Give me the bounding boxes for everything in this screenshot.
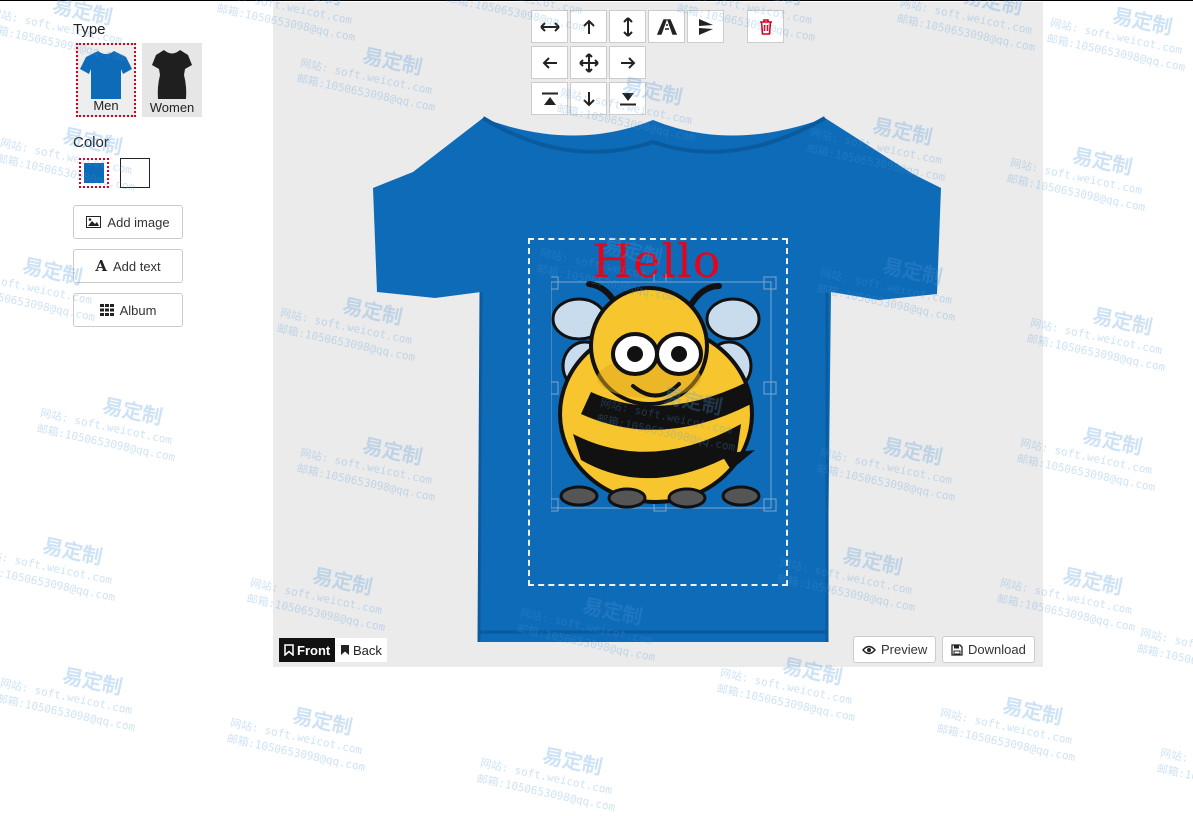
back-side-button[interactable]: Back [335,638,387,662]
watermark-brand: 易定制 [1080,423,1145,460]
align-bottom-icon[interactable] [609,82,646,115]
color-label: Color [73,134,109,151]
design-stage: Hello Front Back Preview Download [273,2,1043,667]
arrow-down-icon[interactable] [570,82,607,115]
download-label: Download [968,642,1026,657]
add-image-label: Add image [107,214,170,230]
album-button[interactable]: Album [73,293,183,327]
men-tshirt-icon [80,51,132,99]
watermark-email: 邮箱:1050653098@qq.com [1025,331,1167,375]
flip-vertical-icon[interactable] [687,10,724,43]
watermark-site: 网站: soft.weicot.com [0,136,134,178]
add-image-button[interactable]: Add image [73,205,183,239]
type-option-men[interactable]: Men [76,43,136,117]
color-swatch-white[interactable] [120,158,150,188]
watermark-item: 易定制网站: soft.weicot.com邮箱:1050653098@qq.c… [0,517,126,606]
watermark-brand: 易定制 [1110,3,1175,40]
watermark-brand: 易定制 [1090,303,1155,340]
watermark-brand: 易定制 [1000,693,1065,730]
move-center-icon[interactable] [570,46,607,79]
watermark-site: 网站: soft.weicot.com [1138,626,1193,668]
watermark-email: 邮箱:1050653098@qq.com [475,771,617,815]
watermark-email: 邮箱:1050653098@qq.com [715,681,857,725]
watermark-email: 邮箱:1050653098@qq.com [935,721,1077,765]
grid-icon [99,304,114,316]
type-women-label: Women [149,100,195,115]
back-label: Back [353,642,382,658]
watermark-brand: 易定制 [1070,143,1135,180]
save-icon [951,643,963,656]
watermark-email: 邮箱:1050653098@qq.com [225,731,367,775]
stretch-horizontal-icon[interactable] [531,10,568,43]
watermark-item: 易定制网站: soft.weicot.com邮箱:1050653098@qq.c… [475,727,626,816]
type-option-women[interactable]: Women [142,43,202,117]
watermark-item: 易定制网站: soft.weicot.com邮箱:1050653098@qq.c… [935,677,1086,766]
watermark-site: 网站: soft.weicot.com [38,406,174,448]
image-icon [86,216,102,228]
watermark-item: 易定制网站: soft.weicot.com邮箱:1050653098@qq.c… [35,377,186,466]
arrow-up-icon[interactable] [570,10,607,43]
watermark-site: 网站: soft.weicot.com [228,716,364,758]
watermark-brand: 易定制 [40,533,105,570]
watermark-email: 邮箱:1050653098@qq.com [35,421,177,465]
download-button[interactable]: Download [942,636,1035,663]
bookmark-icon [341,645,349,655]
watermark-email: 邮箱:1050653098@qq.com [0,691,137,735]
watermark-site: 网站: soft.weicot.com [1028,316,1164,358]
preview-button[interactable]: Preview [853,636,937,663]
trash-icon [759,18,772,35]
album-label: Album [119,302,157,318]
preview-label: Preview [881,642,928,657]
women-tshirt-icon [152,50,192,99]
watermark-email: 邮箱:1050653098@qq.com [0,561,117,605]
watermark-email: 邮箱:1050653098@qq.com [1135,641,1193,685]
watermark-brand: 易定制 [1060,563,1125,600]
watermark-site: 网站: soft.weicot.com [718,666,854,708]
front-side-button[interactable]: Front [279,638,336,662]
add-text-button[interactable]: A Add text [73,249,183,283]
watermark-item: 易定制网站: soft.weicot.com邮箱:1050653098@qq.c… [0,647,146,736]
watermark-site: 网站: soft.weicot.com [938,706,1074,748]
front-label: Front [297,642,331,658]
arrow-right-icon[interactable] [609,46,646,79]
watermark-email: 邮箱:1050653098@qq.com [0,151,137,195]
watermark-brand: 易定制 [60,663,125,700]
color-swatch-blue[interactable] [79,158,109,188]
stretch-vertical-icon[interactable] [609,10,646,43]
text-icon: A [95,257,107,275]
watermark-email: 邮箱:1050653098@qq.com [1045,31,1187,75]
watermark-item: 易定制网站: soft.weicot.com邮箱:1050653098@qq.c… [1135,597,1193,686]
watermark-item: 易定制网站: soft.weicot.com邮箱:1050653098@qq.c… [1155,717,1193,806]
watermark-site: 网站: soft.weicot.com [1048,16,1184,58]
align-top-icon[interactable] [531,82,568,115]
watermark-brand: 易定制 [290,703,355,740]
eye-icon [862,645,876,654]
delete-button[interactable] [747,10,784,43]
watermark-item: 易定制网站: soft.weicot.com邮箱:1050653098@qq.c… [1025,287,1176,376]
type-label: Type [73,21,106,38]
watermark-item: 易定制网站: soft.weicot.com邮箱:1050653098@qq.c… [1045,0,1193,76]
watermark-brand: 易定制 [540,743,605,780]
type-men-label: Men [93,98,119,113]
watermark-site: 网站: soft.weicot.com [478,756,614,798]
watermark-item: 易定制网站: soft.weicot.com邮箱:1050653098@qq.c… [225,687,376,776]
bookmark-outline-icon [284,644,294,656]
add-text-label: Add text [112,258,161,274]
watermark-brand: 易定制 [100,393,165,430]
flip-horizontal-icon[interactable] [648,10,685,43]
arrow-left-icon[interactable] [531,46,568,79]
watermark-site: 网站: soft.weicot.com [0,676,134,718]
bee-clipart[interactable] [551,274,781,514]
watermark-site: 网站: soft.weicot.com [0,546,114,588]
